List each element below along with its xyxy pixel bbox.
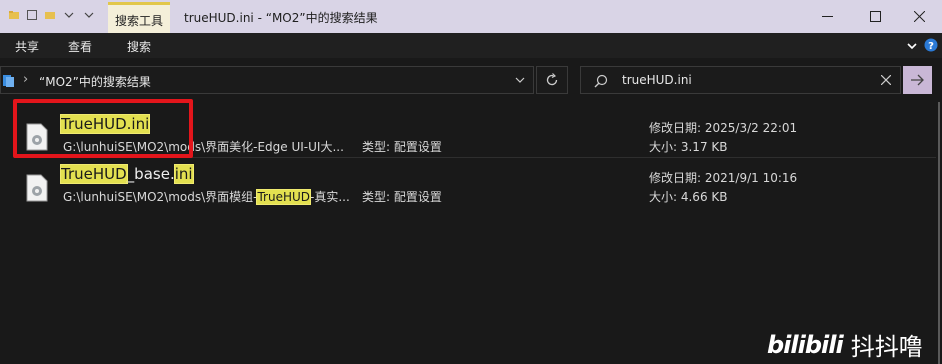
arrow-right-icon bbox=[910, 74, 924, 86]
file-type: 类型: 配置设置 bbox=[362, 140, 442, 154]
file-size: 大小: 4.66 KB bbox=[649, 190, 728, 204]
config-file-icon bbox=[26, 174, 48, 202]
minimize-button[interactable] bbox=[804, 0, 850, 33]
search-results-icon bbox=[3, 75, 14, 87]
file-path: G:\lunhuiSE\MO2\mods\界面模组-TrueHUD-真实... bbox=[63, 189, 350, 205]
chevron-down-icon[interactable] bbox=[84, 9, 94, 21]
refresh-button[interactable] bbox=[536, 66, 568, 94]
folder-icon bbox=[9, 11, 19, 19]
file-type: 类型: 配置设置 bbox=[362, 190, 442, 204]
file-size: 大小: 3.17 KB bbox=[649, 140, 728, 154]
path-match: TrueHUD bbox=[256, 189, 312, 205]
watermark-author: 抖抖噜 bbox=[850, 333, 923, 361]
refresh-icon bbox=[546, 73, 558, 86]
help-icon[interactable]: ? bbox=[924, 38, 938, 52]
address-bar[interactable]: › “MO2”中的搜索结果 bbox=[0, 66, 534, 94]
date-modified: 修改日期: 2021/9/1 10:16 bbox=[649, 171, 798, 185]
name-text: . bbox=[169, 165, 175, 183]
close-button[interactable] bbox=[896, 0, 942, 33]
search-input[interactable]: trueHUD.ini bbox=[622, 73, 692, 87]
file-name[interactable]: TrueHUD_base.ini bbox=[60, 164, 194, 184]
date-modified: 修改日期: 2025/3/2 22:01 bbox=[649, 121, 798, 135]
annotation-highlight-box bbox=[13, 99, 193, 158]
minimize-icon bbox=[821, 16, 833, 17]
breadcrumb[interactable]: “MO2”中的搜索结果 bbox=[39, 73, 151, 90]
title-bar: 搜索工具 trueHUD.ini - “MO2”中的搜索结果 bbox=[0, 0, 942, 33]
clear-icon[interactable] bbox=[881, 75, 891, 85]
address-row: › “MO2”中的搜索结果 trueHUD.ini bbox=[0, 58, 942, 102]
tab-search[interactable]: 搜索 bbox=[127, 38, 151, 55]
folder-icon[interactable] bbox=[44, 9, 56, 21]
breadcrumb-separator: › bbox=[23, 72, 29, 87]
scrollbar[interactable] bbox=[938, 102, 940, 364]
tab-view[interactable]: 查看 bbox=[68, 38, 92, 55]
search-icon bbox=[594, 74, 608, 88]
search-go-button[interactable] bbox=[903, 66, 932, 94]
watermark: bilibili 抖抖噜 bbox=[767, 327, 923, 362]
window-title: trueHUD.ini - “MO2”中的搜索结果 bbox=[184, 11, 378, 25]
svg-text:?: ? bbox=[928, 41, 934, 52]
bilibili-logo: bilibili bbox=[767, 330, 844, 359]
chevron-down-icon[interactable] bbox=[907, 42, 917, 50]
name-match: TrueHUD bbox=[60, 164, 128, 184]
chevron-down-icon[interactable] bbox=[64, 9, 74, 21]
chevron-down-icon[interactable] bbox=[515, 77, 525, 84]
name-text: _base bbox=[126, 165, 170, 183]
search-box[interactable]: trueHUD.ini bbox=[580, 66, 901, 94]
tab-share[interactable]: 共享 bbox=[15, 38, 39, 55]
maximize-icon bbox=[869, 11, 881, 22]
save-icon[interactable] bbox=[26, 9, 38, 21]
name-match: ini bbox=[173, 164, 194, 184]
ribbon-tabs: 共享 查看 搜索 ? bbox=[0, 33, 942, 58]
list-item[interactable]: TrueHUD_base.ini G:\lunhuiSE\MO2\mods\界面… bbox=[0, 159, 936, 209]
maximize-button[interactable] bbox=[852, 0, 898, 33]
close-icon bbox=[913, 11, 925, 22]
tab-search-tools[interactable]: 搜索工具 bbox=[108, 2, 170, 33]
